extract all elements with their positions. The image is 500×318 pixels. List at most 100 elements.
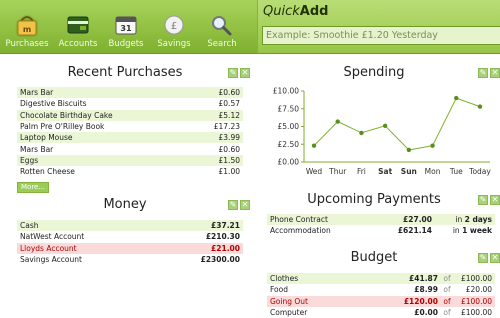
nav-search[interactable]: Search	[198, 0, 246, 53]
y-tick-label: £10.00	[273, 87, 299, 96]
account-row[interactable]: Lloyds Account £21.00	[17, 242, 243, 254]
account-row[interactable]: NatWest Account £210.30	[17, 231, 243, 242]
x-tick-label: Wed	[306, 167, 323, 176]
spending-point[interactable]	[454, 95, 459, 101]
payment-due: in 2 days	[432, 215, 492, 224]
account-balance: £21.00	[211, 243, 240, 253]
budget-row[interactable]: Clothes £41.87 of £100.00	[267, 273, 495, 285]
purchase-row[interactable]: Mars Bar £0.60	[17, 143, 243, 154]
nav-purchases[interactable]: m Purchases	[0, 0, 54, 53]
spending-controls: ✎ ✕	[478, 68, 500, 78]
x-tick-label: Tue	[449, 167, 463, 176]
payment-amount: £27.00	[403, 215, 432, 225]
purchase-name: Rotten Cheese	[20, 167, 75, 177]
spending-series-line	[313, 97, 481, 151]
purchase-amount: £0.60	[218, 88, 240, 98]
purchase-name: Mars Bar	[20, 144, 54, 154]
recent-purchases-controls: ✎ ✕	[228, 68, 250, 78]
spending-point[interactable]	[430, 143, 435, 148]
svg-text:£: £	[171, 21, 177, 32]
payment-due-prefix: in	[452, 226, 463, 236]
payment-name: Accommodation	[270, 226, 331, 236]
purchase-amount: £1.00	[218, 167, 240, 177]
spending-point[interactable]	[335, 119, 340, 124]
payment-amount: £621.14	[397, 226, 432, 236]
payment-due-when: 2 days	[464, 215, 492, 225]
edit-icon[interactable]: ✎	[228, 200, 238, 210]
budget-spent: £41.87	[409, 274, 438, 284]
purchase-row[interactable]: Palm Pre O'Rilley Book £17.23	[17, 121, 243, 132]
purchase-row[interactable]: Rotten Cheese £1.00	[17, 166, 243, 177]
edit-icon[interactable]: ✎	[478, 195, 488, 205]
account-balance: £37.21	[211, 221, 240, 231]
close-icon[interactable]: ✕	[490, 68, 500, 78]
budget-title: Budget	[350, 250, 398, 265]
account-name: NatWest Account	[20, 232, 85, 242]
svg-text:m: m	[23, 25, 31, 34]
purchase-name: Eggs	[20, 155, 39, 165]
account-row[interactable]: Cash £37.21	[17, 220, 243, 232]
budget-row[interactable]: Computer £0.00 of £100.00	[267, 307, 495, 318]
payments-controls: ✎ ✕	[478, 195, 500, 205]
purchase-amount: £3.99	[218, 133, 240, 143]
money-title: Money	[103, 197, 147, 212]
money-list: Cash £37.21 NatWest Account £210.30 Lloyds A…	[17, 220, 243, 265]
account-balance: £210.30	[205, 232, 240, 242]
calendar-day-text: 31	[120, 24, 132, 33]
purchase-name: Mars Bar	[20, 88, 54, 98]
purchase-row[interactable]: Laptop Mouse £3.99	[17, 132, 243, 144]
payment-row[interactable]: Phone Contract £27.00 in 2 days	[267, 214, 495, 226]
purchase-name: Palm Pre O'Rilley Book	[20, 122, 105, 132]
y-tick-label: £2.50	[278, 140, 300, 149]
budget-category: Clothes	[270, 274, 299, 284]
spending-point[interactable]	[311, 143, 317, 148]
spending-point[interactable]	[382, 123, 388, 128]
budget-spent: £120.00	[403, 296, 438, 306]
nav-savings[interactable]: £ Savings	[150, 0, 198, 53]
budget-spent: £8.99	[414, 285, 438, 295]
purchase-amount: £0.60	[218, 144, 240, 154]
more-button[interactable]: More...	[17, 182, 50, 193]
purchase-amount: £5.12	[218, 110, 240, 120]
main-nav: m Purchases Accounts 31 Budgets £ Saving…	[0, 0, 246, 53]
edit-icon[interactable]: ✎	[478, 68, 488, 78]
nav-budgets[interactable]: 31 Budgets	[102, 0, 150, 53]
purchase-amount: £1.50	[218, 155, 240, 165]
calendar-icon: 31	[113, 14, 139, 36]
account-name: Cash	[20, 221, 39, 231]
wallet-icon	[65, 14, 91, 36]
quick-add-input[interactable]	[262, 26, 500, 45]
close-icon[interactable]: ✕	[490, 195, 500, 205]
spending-point[interactable]	[359, 130, 364, 136]
budget-limit: £20.00	[465, 285, 492, 295]
spending-title: Spending	[343, 65, 405, 80]
edit-icon[interactable]: ✎	[478, 253, 488, 263]
nav-accounts[interactable]: Accounts	[54, 0, 102, 53]
purchase-row[interactable]: Digestive Biscuits £0.57	[17, 98, 243, 109]
account-row[interactable]: Savings Account £2300.00	[17, 254, 243, 265]
x-tick-label: Sat	[378, 167, 392, 176]
nav-savings-label: Savings	[157, 39, 191, 49]
purchase-row[interactable]: Eggs £1.50	[17, 154, 243, 167]
edit-icon[interactable]: ✎	[228, 68, 238, 78]
budget-row[interactable]: Going Out £120.00 of £100.00	[267, 295, 495, 307]
purchase-row[interactable]: Chocolate Birthday Cake £5.12	[17, 109, 243, 121]
money-controls: ✎ ✕	[228, 200, 250, 210]
budget-of-label: of	[443, 285, 451, 295]
close-icon[interactable]: ✕	[490, 253, 500, 263]
spending-point[interactable]	[406, 147, 412, 153]
spending-point[interactable]	[477, 104, 483, 109]
nav-budgets-label: Budgets	[108, 39, 144, 49]
purchase-amount: £17.23	[213, 122, 240, 132]
purchase-row[interactable]: Mars Bar £0.60	[17, 87, 243, 99]
y-tick-label: £7.50	[278, 104, 300, 113]
close-icon[interactable]: ✕	[240, 68, 250, 78]
account-name: Savings Account	[20, 255, 82, 265]
nav-purchases-label: Purchases	[5, 39, 49, 49]
budget-row[interactable]: Food £8.99 of £20.00	[267, 284, 495, 295]
top-bar: m Purchases Accounts 31 Budgets £ Saving…	[0, 0, 500, 54]
close-icon[interactable]: ✕	[240, 200, 250, 210]
purchase-name: Chocolate Birthday Cake	[20, 110, 113, 120]
budget-of-label: of	[443, 308, 451, 318]
payment-row[interactable]: Accommodation £621.14 in 1 week	[267, 225, 495, 236]
